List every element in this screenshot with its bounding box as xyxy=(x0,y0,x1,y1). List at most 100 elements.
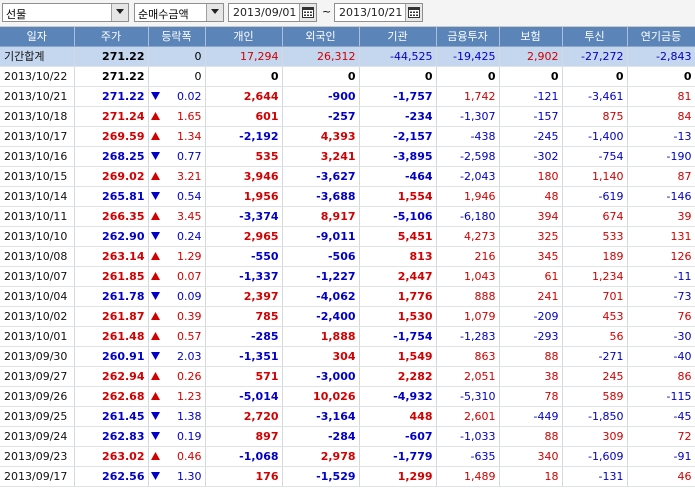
table-row[interactable]: 2013/09/24 262.83 0.19 897 -284 -607 -1,033 88 3… xyxy=(0,426,695,447)
row-date: 2013/10/15 xyxy=(0,166,75,187)
table-row[interactable]: 2013/09/30 260.91 2.03 -1,351 304 1,549 863 88-… xyxy=(0,346,695,367)
total-row[interactable]: 기간합계 271.22 0 17,294 26,312 -44,525 -19,… xyxy=(0,46,695,67)
row-foreign: -2,400 xyxy=(282,306,360,327)
row-trust: -1,400 xyxy=(562,126,628,147)
row-price: 265.81 xyxy=(74,186,149,207)
table-row[interactable]: 2013/10/04 261.78 0.09 2,397 -4,062 1,776 888 2… xyxy=(0,286,695,307)
header-institution[interactable]: 기관 xyxy=(359,27,437,47)
date-to-field[interactable]: 2013/10/21 xyxy=(334,3,423,22)
calendar-icon[interactable] xyxy=(299,4,316,21)
triangle-up-icon xyxy=(150,130,162,143)
row-foreign: -4,062 xyxy=(282,286,360,307)
row-trust: -1,850 xyxy=(562,406,628,427)
row-price: 262.56 xyxy=(74,466,149,487)
row-individual: 2,397 xyxy=(205,286,283,307)
row-insurance: 38 xyxy=(499,366,563,387)
row-price: 262.68 xyxy=(74,386,149,407)
row-price: 262.83 xyxy=(74,426,149,447)
header-date[interactable]: 일자 xyxy=(0,27,75,47)
row-change: 1.65 xyxy=(148,106,206,127)
row-individual: 176 xyxy=(205,466,283,487)
row-individual: -1,068 xyxy=(205,446,283,467)
triangle-down-icon xyxy=(150,230,162,243)
table-row[interactable]: 2013/10/07 261.85 0.07 -1,337 -1,227 2,447 1,0… xyxy=(0,266,695,287)
row-date: 2013/10/11 xyxy=(0,206,75,227)
row-change-value: 0.54 xyxy=(177,189,202,203)
row-foreign: 2,978 xyxy=(282,446,360,467)
row-pension: -11 xyxy=(627,266,695,287)
table-row[interactable]: 2013/10/08 263.14 1.29 -550 -506 813 216 345 189… xyxy=(0,246,695,267)
row-financial: -2,598 xyxy=(436,146,500,167)
total-trust: -27,272 xyxy=(562,46,628,67)
row-change: 0.09 xyxy=(148,286,206,307)
row-date: 2013/10/04 xyxy=(0,286,75,307)
row-price: 269.59 xyxy=(74,126,149,147)
row-trust: -619 xyxy=(562,186,628,207)
row-financial: 4,273 xyxy=(436,226,500,247)
row-date: 2013/10/01 xyxy=(0,326,75,347)
row-change: 1.23 xyxy=(148,386,206,407)
row-individual: -5,014 xyxy=(205,386,283,407)
row-foreign: -3,627 xyxy=(282,166,360,187)
row-change: 0.24 xyxy=(148,226,206,247)
row-foreign: -3,164 xyxy=(282,406,360,427)
header-trust[interactable]: 투신 xyxy=(562,27,628,47)
total-financial: -19,425 xyxy=(436,46,500,67)
header-pension[interactable]: 연기금등 xyxy=(627,27,695,47)
header-insurance[interactable]: 보험 xyxy=(499,27,563,47)
row-institution: -1,757 xyxy=(359,86,437,107)
row-price: 271.22 xyxy=(74,86,149,107)
row-financial: -635 xyxy=(436,446,500,467)
total-label: 기간합계 xyxy=(0,46,75,67)
table-row[interactable]: 2013/10/22 271.22 0 0 0 0 0 0 0 0 xyxy=(0,66,695,87)
row-foreign: -1,529 xyxy=(282,466,360,487)
table-row[interactable]: 2013/10/02 261.87 0.39 785 -2,400 1,530 1,079-… xyxy=(0,306,695,327)
table-row[interactable]: 2013/09/25 261.45 1.38 2,720 -3,164 448 2,601-… xyxy=(0,406,695,427)
calendar-icon[interactable] xyxy=(405,4,422,21)
date-to-value: 2013/10/21 xyxy=(339,6,403,19)
row-financial: -2,043 xyxy=(436,166,500,187)
row-change: 2.03 xyxy=(148,346,206,367)
chevron-down-icon[interactable] xyxy=(206,4,223,21)
row-change: 3.45 xyxy=(148,206,206,227)
row-trust: -754 xyxy=(562,146,628,167)
row-pension: -13 xyxy=(627,126,695,147)
table-row[interactable]: 2013/10/15 269.02 3.21 3,946 -3,627 -464 -2,04… xyxy=(0,166,695,187)
row-pension: -91 xyxy=(627,446,695,467)
total-price: 271.22 xyxy=(74,46,149,67)
row-institution: -1,754 xyxy=(359,326,437,347)
table-row[interactable]: 2013/09/26 262.68 1.23 -5,014 10,026 -4,932 -5… xyxy=(0,386,695,407)
row-institution: 0 xyxy=(359,66,437,87)
table-row[interactable]: 2013/10/17 269.59 1.34 -2,192 4,393 -2,157 -43… xyxy=(0,126,695,147)
market-select[interactable]: 선물 xyxy=(2,3,129,22)
header-financial[interactable]: 금융투자 xyxy=(436,27,500,47)
row-institution: -607 xyxy=(359,426,437,447)
date-from-field[interactable]: 2013/09/01 xyxy=(228,3,317,22)
table-row[interactable]: 2013/10/21 271.22 0.02 2,644 -900 -1,757 1,742… xyxy=(0,86,695,107)
row-pension: 0 xyxy=(627,66,695,87)
header-change[interactable]: 등락폭 xyxy=(148,27,206,47)
metric-select[interactable]: 순매수금액 xyxy=(134,3,224,22)
header-individual[interactable]: 개인 xyxy=(205,27,283,47)
table-row[interactable]: 2013/10/16 268.25 0.77 535 3,241 -3,895 -2,598… xyxy=(0,146,695,167)
row-pension: -115 xyxy=(627,386,695,407)
table-row[interactable]: 2013/10/11 266.35 3.45 -3,374 8,917 -5,106 -6,… xyxy=(0,206,695,227)
table-row[interactable]: 2013/10/14 265.81 0.54 1,956 -3,688 1,554 1,94… xyxy=(0,186,695,207)
table-row[interactable]: 2013/09/23 263.02 0.46 -1,068 2,978 -1,779 -63… xyxy=(0,446,695,467)
header-foreign[interactable]: 외국인 xyxy=(282,27,360,47)
row-date: 2013/10/22 xyxy=(0,66,75,87)
row-change-value: 0.02 xyxy=(177,89,202,103)
row-foreign: 10,026 xyxy=(282,386,360,407)
table-row[interactable]: 2013/10/18 271.24 1.65 601 -257 -234 -1,307 -15… xyxy=(0,106,695,127)
table-row[interactable]: 2013/09/17 262.56 1.30 176 -1,529 1,299 1,489 1… xyxy=(0,466,695,487)
table-row[interactable]: 2013/10/01 261.48 0.57 -285 1,888 -1,754 -1,28… xyxy=(0,326,695,347)
row-price: 262.94 xyxy=(74,366,149,387)
table-row[interactable]: 2013/09/27 262.94 0.26 571 -3,000 2,282 2,051 3… xyxy=(0,366,695,387)
chevron-down-icon[interactable] xyxy=(111,4,128,21)
row-change: 0 xyxy=(148,66,206,87)
date-from-value: 2013/09/01 xyxy=(233,6,297,19)
row-insurance: 345 xyxy=(499,246,563,267)
table-row[interactable]: 2013/10/10 262.90 0.24 2,965 -9,011 5,451 4,27… xyxy=(0,226,695,247)
header-price[interactable]: 주가 xyxy=(74,27,149,47)
row-financial: -5,310 xyxy=(436,386,500,407)
